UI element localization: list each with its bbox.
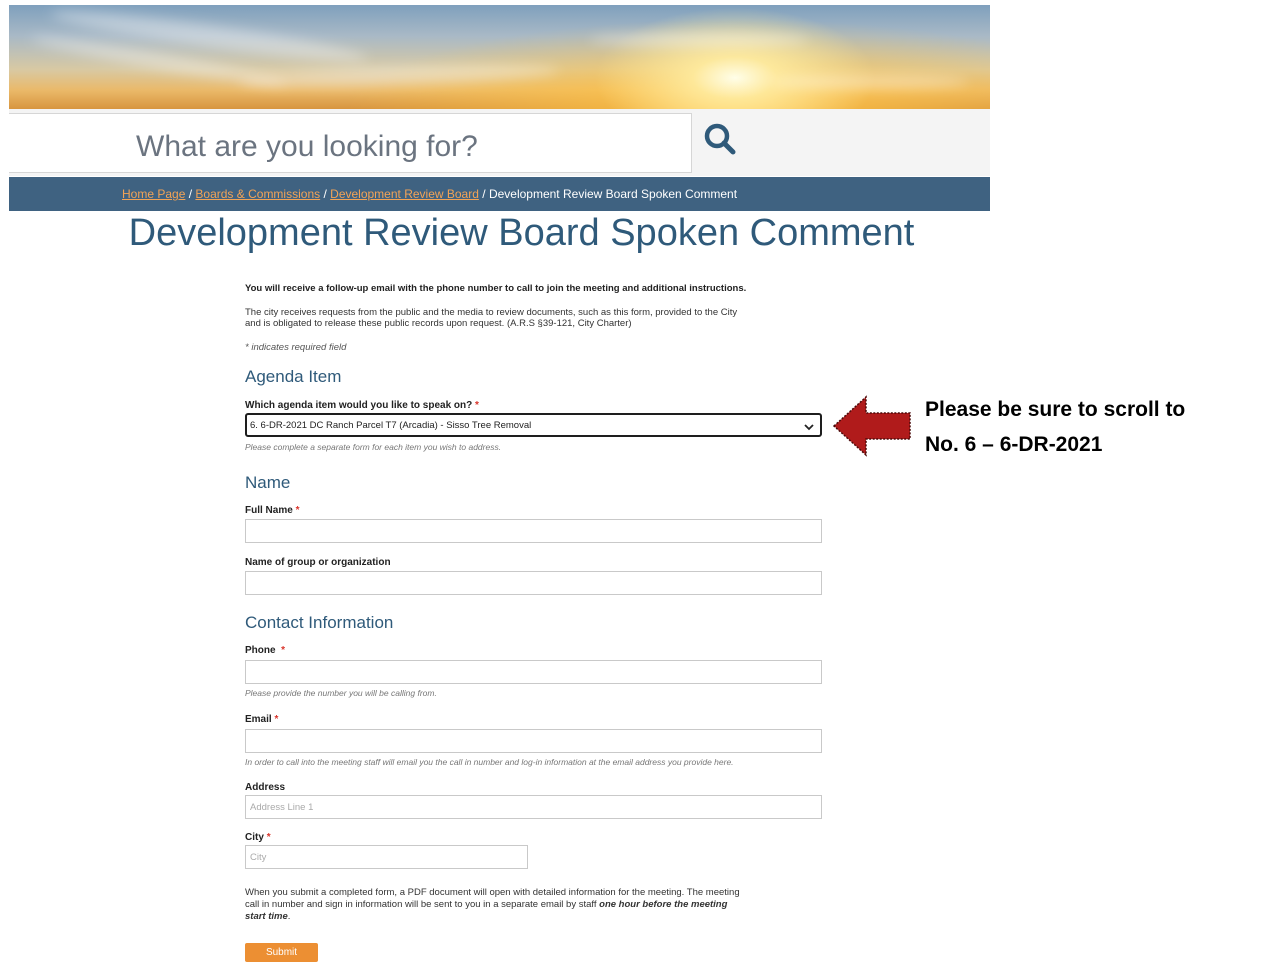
section-agenda-item: Agenda Item [245, 367, 342, 386]
address-label: Address [245, 782, 286, 793]
section-contact-information: Contact Information [245, 613, 394, 632]
email-label: Email * [245, 714, 279, 725]
search-button[interactable] [699, 117, 743, 161]
breadcrumb-separator: / [482, 187, 486, 201]
chevron-down-icon [804, 424, 814, 431]
agenda-item-select[interactable]: 6. 6-DR-2021 DC Ranch Parcel T7 (Arcadia… [245, 413, 822, 437]
public-records-line1: The city receives requests from the publ… [245, 307, 738, 318]
group-name-label: Name of group or organization [245, 557, 391, 568]
breadcrumb-separator: / [188, 187, 193, 201]
required-field-note: * indicates required field [245, 342, 347, 353]
required-marker: * [281, 645, 286, 656]
submit-button[interactable]: Submit [245, 943, 318, 962]
callout-line1: Please be sure to scroll to [925, 398, 1186, 421]
breadcrumb-drb-link[interactable]: Development Review Board [330, 187, 479, 201]
section-name: Name [245, 473, 291, 492]
agenda-item-selected-value: 6. 6-DR-2021 DC Ranch Parcel T7 (Arcadia… [250, 420, 532, 431]
required-marker: * [274, 714, 279, 725]
phone-hint: Please provide the number you will be ca… [245, 688, 437, 698]
breadcrumb-current: Development Review Board Spoken Comment [488, 187, 738, 201]
breadcrumb-separator: / [323, 187, 327, 201]
hero-banner [9, 5, 990, 109]
email-hint: In order to call into the meeting staff … [245, 757, 734, 767]
agenda-item-label: Which agenda item would you like to spea… [245, 400, 479, 411]
magnifier-icon [704, 123, 736, 155]
required-marker: * [266, 832, 271, 843]
callout-line2: No. 6 – 6-DR-2021 [925, 433, 1103, 456]
required-marker: * [295, 505, 300, 516]
public-records-line2: and is obligated to release these public… [245, 318, 632, 329]
followup-notice: You will receive a follow-up email with … [245, 283, 747, 294]
pdf-notice-emphasis: one hour before the meeting [599, 899, 728, 910]
full-name-field[interactable] [245, 519, 822, 543]
left-arrow-icon [832, 395, 911, 457]
address-line1-field[interactable]: Address Line 1 [245, 795, 822, 819]
pdf-notice-line2: call in number and sign in information w… [245, 899, 728, 910]
pdf-notice-line3: start time. [245, 911, 291, 922]
search-input[interactable]: What are you looking for? [9, 113, 692, 173]
full-name-label: Full Name * [245, 505, 300, 516]
phone-label: Phone * [245, 645, 286, 656]
page-title: Development Review Board Spoken Comment [128, 212, 915, 254]
pdf-notice-line1: When you submit a completed form, a PDF … [245, 887, 740, 898]
breadcrumb-boards-link[interactable]: Boards & Commissions [195, 187, 320, 201]
search-bar: What are you looking for? [9, 109, 990, 176]
breadcrumb-home-link[interactable]: Home Page [122, 187, 185, 201]
email-field[interactable] [245, 729, 822, 753]
scroll-instruction-callout: Please be sure to scroll to No. 6 – 6-DR… [925, 392, 1185, 462]
city-field[interactable]: City [245, 845, 528, 869]
breadcrumb: Home Page / Boards & Commissions / Devel… [9, 177, 990, 211]
agenda-item-hint: Please complete a separate form for each… [245, 442, 502, 452]
required-marker: * [475, 400, 479, 411]
group-name-field[interactable] [245, 571, 822, 595]
city-label: City * [245, 832, 271, 843]
phone-field[interactable] [245, 660, 822, 684]
